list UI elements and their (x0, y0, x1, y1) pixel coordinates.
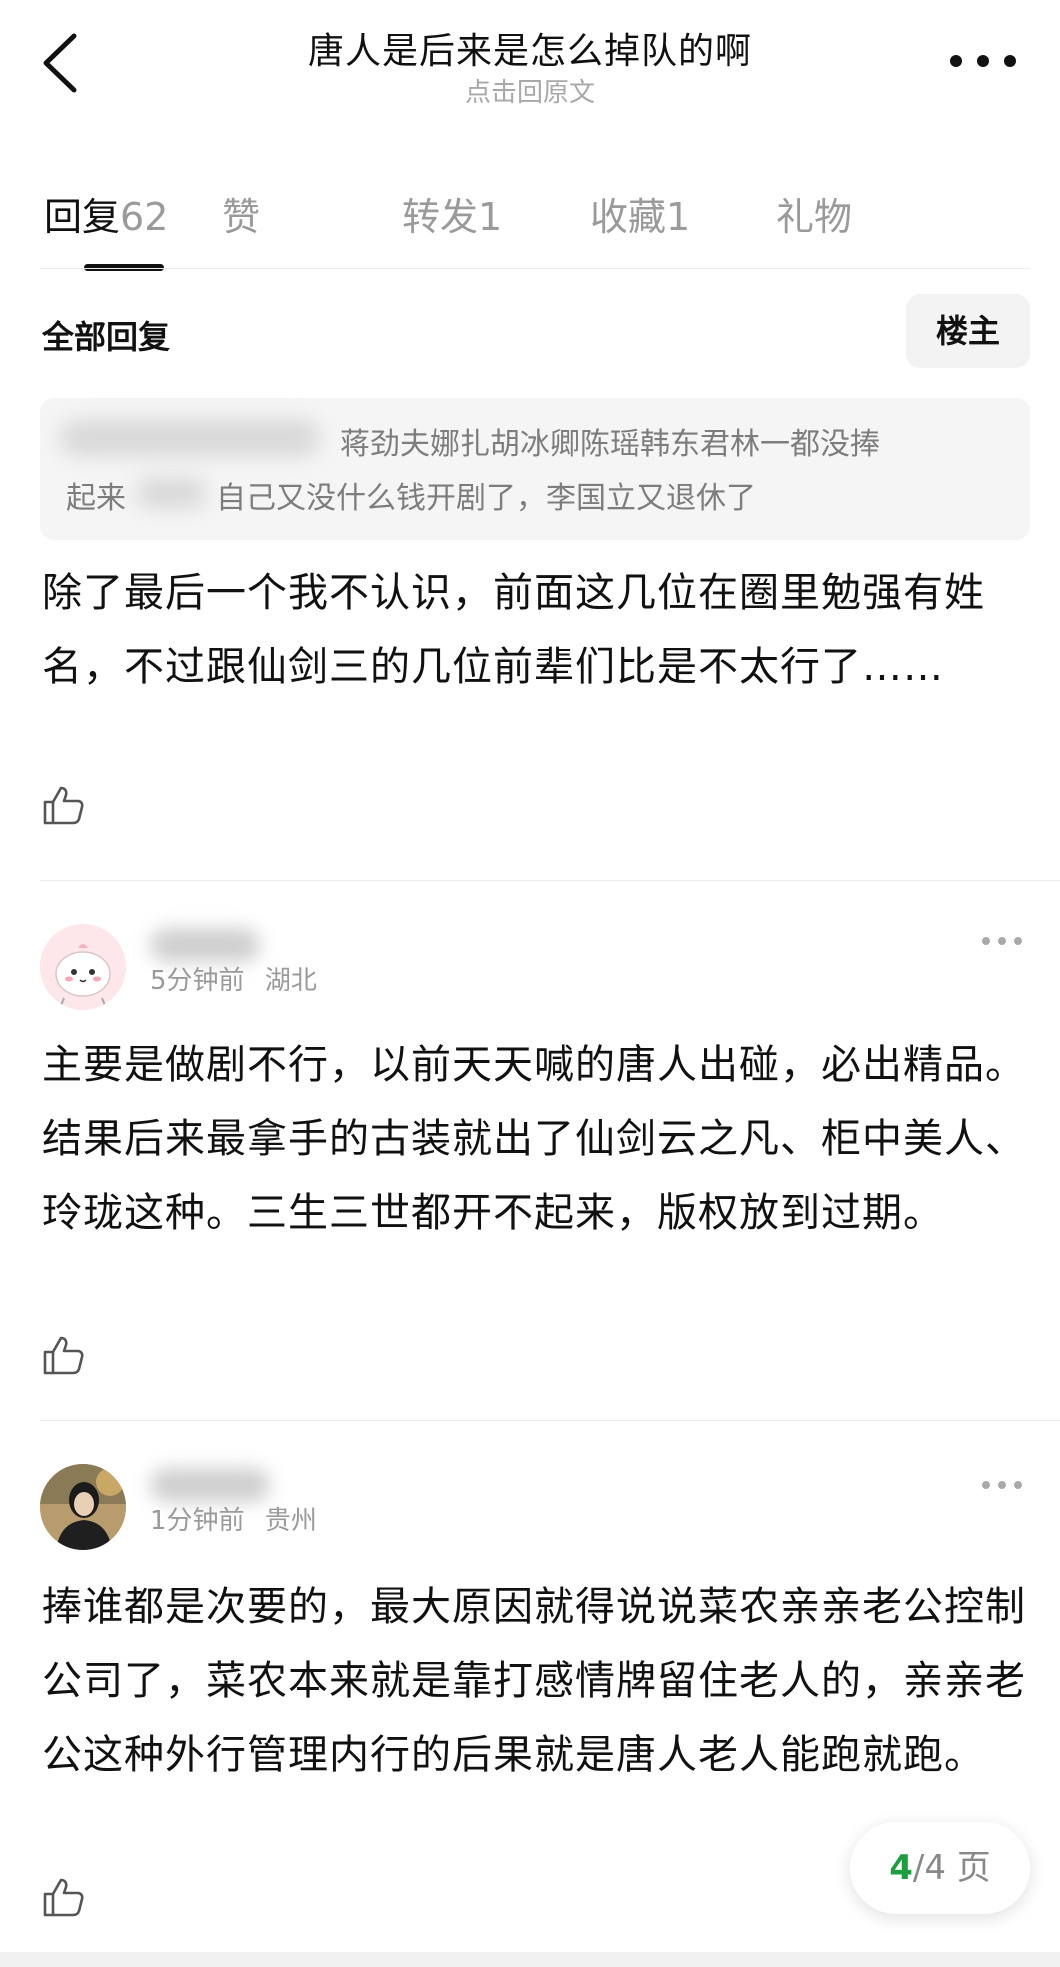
divider (40, 880, 1060, 881)
blurred-text (136, 478, 206, 508)
page-indicator-button[interactable]: 4/4 页 (850, 1822, 1030, 1914)
tab-label: 收藏 (590, 195, 667, 239)
more-dots-icon[interactable] (980, 1477, 1024, 1493)
divider (40, 268, 1030, 269)
comment-time: 1分钟前 (150, 1506, 245, 1536)
tab-favorites[interactable]: 收藏1 (590, 186, 690, 241)
quoted-line-2a: 起来 (66, 481, 126, 516)
tab-count: 62 (120, 195, 169, 239)
quoted-line-2b: 自己又没什么钱开剧了，李国立又退休了 (216, 481, 756, 516)
blurred-username (150, 928, 260, 962)
owner-filter-button[interactable]: 楼主 (906, 294, 1030, 368)
tab-label: 礼物 (776, 195, 853, 239)
back-to-original-link[interactable]: 点击回原文 (0, 72, 1060, 109)
divider (40, 1420, 1060, 1421)
all-replies-heading: 全部回复 (42, 318, 171, 356)
page-title: 唐人是后来是怎么掉队的啊 (307, 31, 752, 72)
tab-bar: 回复62 赞 转发1 收藏1 礼物 (40, 168, 1040, 278)
quoted-line-1: 蒋劲夫娜扎胡冰卿陈瑶韩东君林一都没捧 (340, 427, 880, 462)
tab-likes[interactable]: 赞 (222, 186, 260, 241)
comment-location: 湖北 (264, 966, 317, 996)
tab-count: 1 (666, 195, 691, 239)
avatar-cartoon-icon (40, 924, 126, 1010)
comment-location: 贵州 (264, 1506, 317, 1536)
comment-meta: 5分钟前 湖北 (150, 960, 317, 997)
reply-text: 除了最后一个我不认识，前面这几位在圈里勉强有姓名，不过跟仙剑三的几位前辈们比是不… (42, 570, 985, 690)
more-dots-icon[interactable] (946, 44, 1020, 78)
top-bar: 唐人是后来是怎么掉队的啊 点击回原文 (0, 0, 1060, 130)
thumbs-up-icon[interactable] (42, 784, 84, 826)
comment-meta: 1分钟前 贵州 (150, 1500, 317, 1537)
blurred-username (150, 1468, 270, 1502)
thumbs-up-icon[interactable] (42, 1334, 84, 1376)
quoted-comment[interactable]: 蒋劲夫娜扎胡冰卿陈瑶韩东君林一都没捧 起来 自己又没什么钱开剧了，李国立又退休了 (40, 398, 1030, 540)
reply-text: 主要是做剧不行，以前天天喊的唐人出碰，必出精品。结果后来最拿手的古装就出了仙剑云… (42, 1042, 1026, 1236)
bottom-edge (0, 1952, 1060, 1967)
avatar[interactable] (40, 1464, 126, 1550)
avatar[interactable] (40, 924, 126, 1010)
tab-label: 回复 (44, 195, 121, 239)
reply-text: 捧谁都是次要的，最大原因就得说说菜农亲亲老公控制公司了，菜农本来就是靠打感情牌留… (42, 1584, 1026, 1778)
tab-label: 赞 (222, 195, 261, 239)
tab-reposts[interactable]: 转发1 (402, 186, 502, 241)
current-page: 4 (889, 1848, 913, 1888)
avatar-photo-icon (40, 1464, 126, 1550)
more-dots-icon[interactable] (980, 933, 1024, 949)
tab-label: 转发 (402, 195, 479, 239)
blurred-username (60, 420, 320, 456)
tab-gifts[interactable]: 礼物 (776, 186, 852, 241)
comment-time: 5分钟前 (150, 966, 245, 996)
thumbs-up-icon[interactable] (42, 1876, 84, 1918)
tab-count: 1 (478, 195, 503, 239)
tab-replies[interactable]: 回复62 (44, 186, 168, 241)
total-pages: /4 页 (912, 1848, 991, 1888)
